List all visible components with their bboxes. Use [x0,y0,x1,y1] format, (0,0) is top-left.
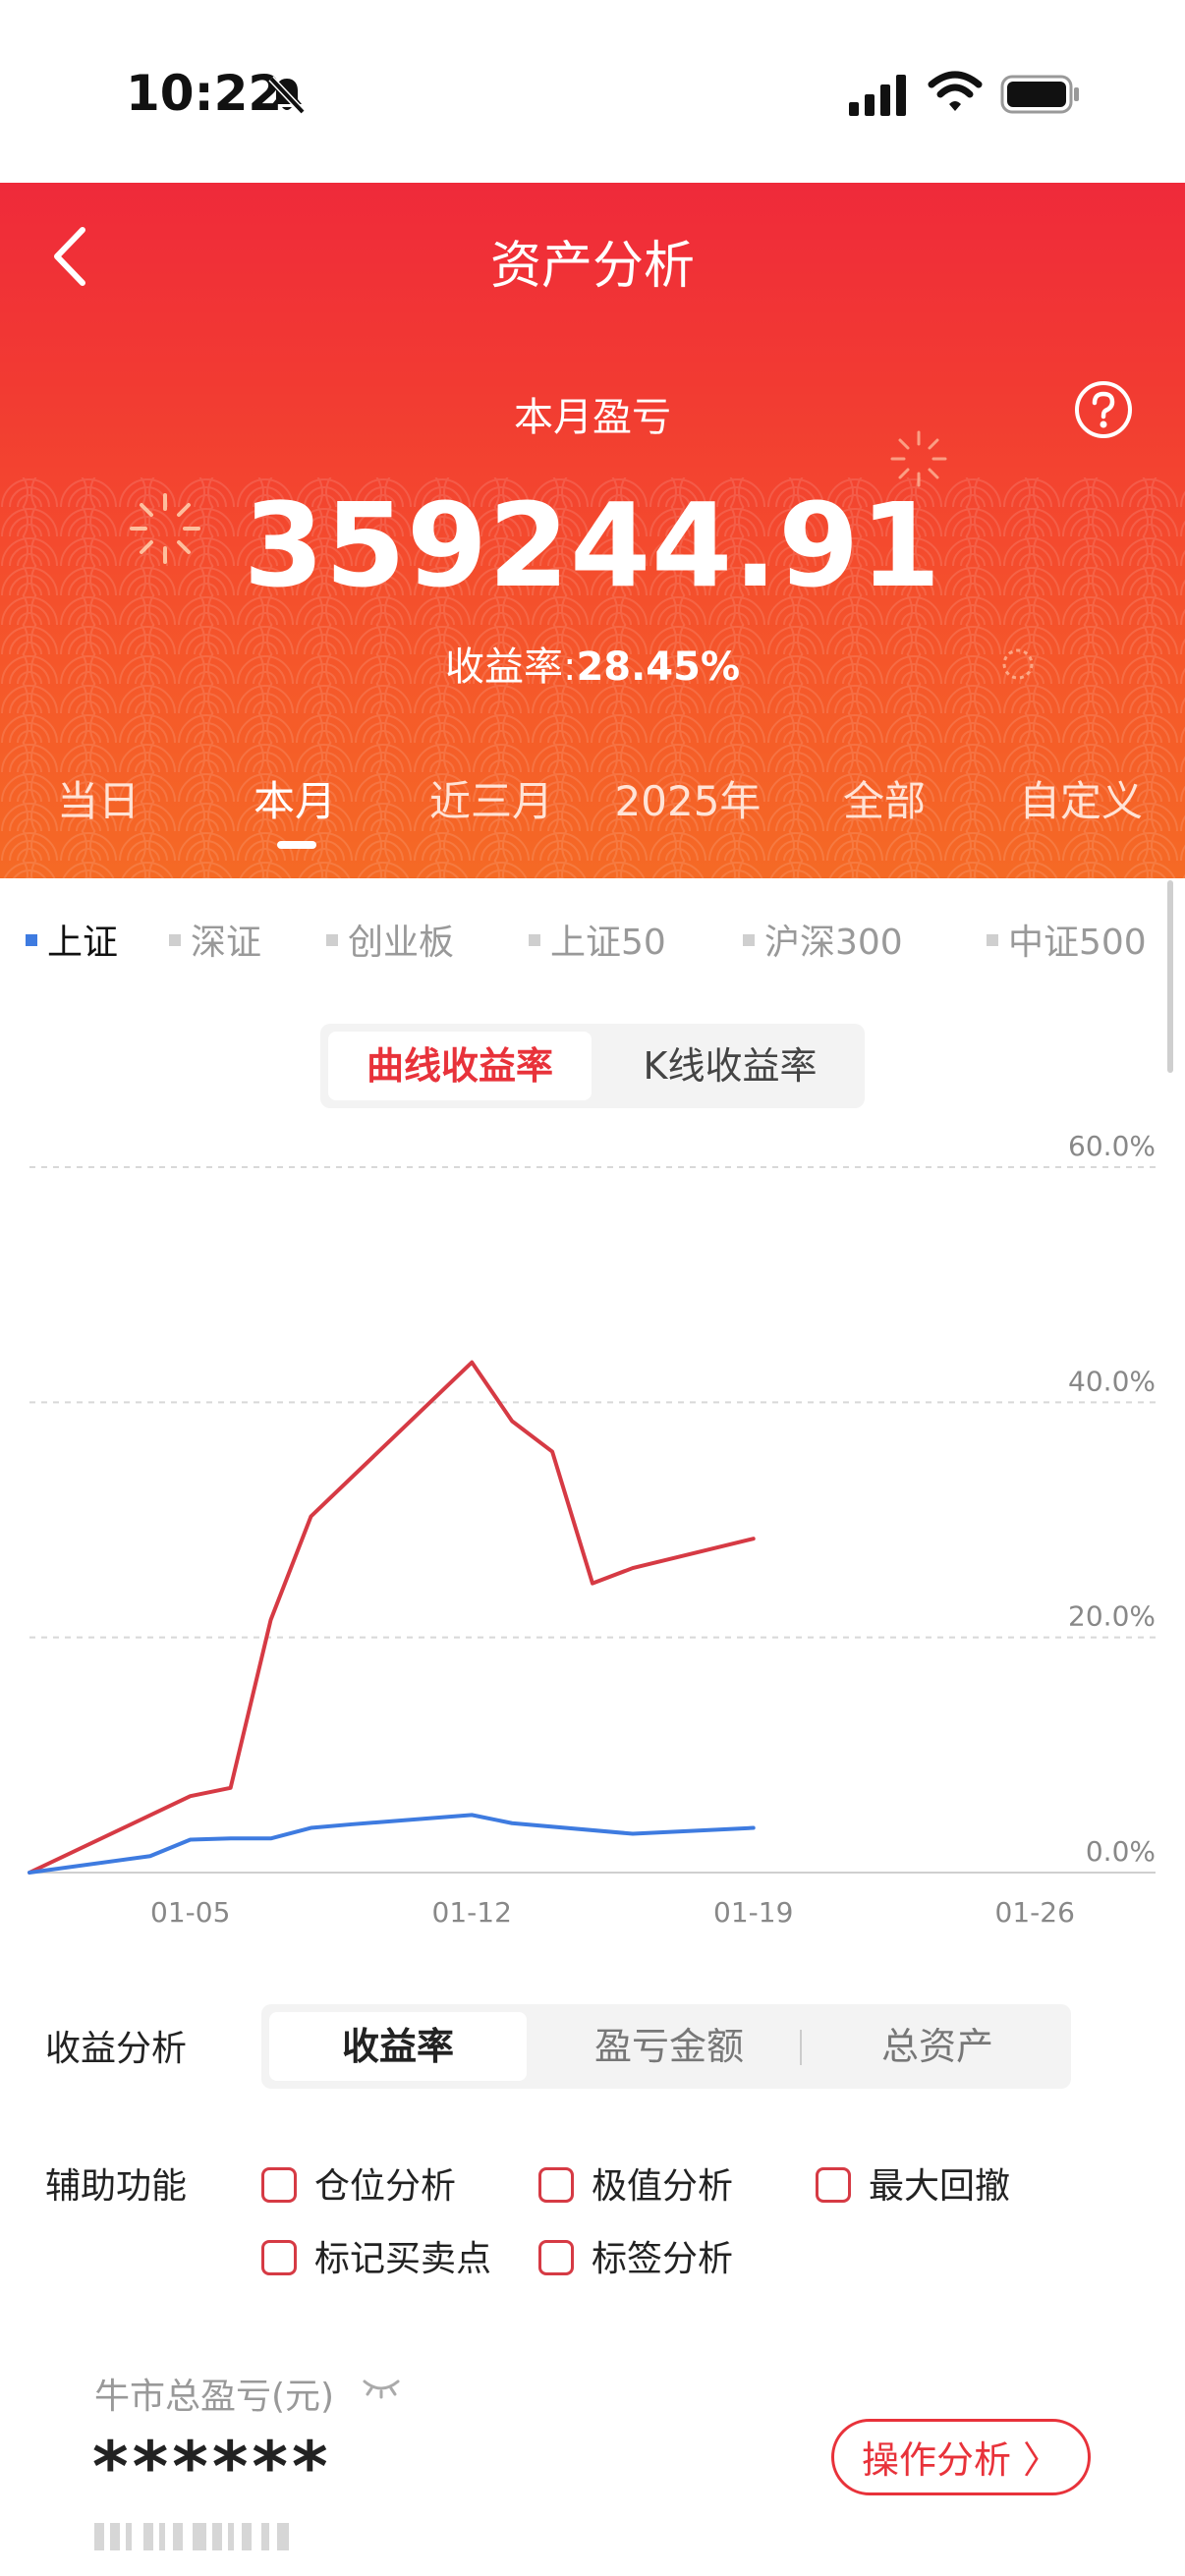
tab-three-months[interactable]: 近三月 [393,768,590,828]
index-shenzhen[interactable]: 深证 [169,914,261,965]
index-chinext[interactable]: 创业板 [326,914,454,965]
index-selector: 上证 深证 创业板 上证50 沪深300 中证500 [0,914,1185,973]
cellular-signal-icon [849,75,906,116]
curve-yield-button[interactable]: 曲线收益率 [328,1032,592,1100]
extreme-analysis-checkbox[interactable]: 极值分析 [538,2157,733,2209]
x-tick-label: 01-12 [432,1896,512,1929]
index-csi500[interactable]: 中证500 [987,914,1147,965]
tab-2025[interactable]: 2025年 [590,768,786,828]
checkbox-label: 标签分析 [592,2239,734,2279]
checkbox-icon [261,2240,297,2275]
checkbox-icon [816,2167,851,2203]
faded-text-placeholder [94,2523,289,2550]
analysis-label: 收益分析 [45,2029,188,2069]
checkbox-label: 仓位分析 [314,2166,457,2207]
kline-yield-button[interactable]: K线收益率 [601,1032,859,1100]
tab-this-month[interactable]: 本月 [197,768,393,828]
index-label: 上证 [47,923,119,963]
y-tick-label: 20.0% [1068,1600,1156,1633]
legend-square [743,934,755,946]
yield-line-chart: 0.0% 20.0% 40.0% 60.0% 01-05 01-12 01-19 01-26 [28,1130,1156,1929]
max-drawdown-checkbox[interactable]: 最大回撤 [816,2157,1010,2209]
analysis-toggle: 收益率 盈亏金额 总资产 [261,2004,1071,2089]
tab-today[interactable]: 当日 [0,768,197,828]
position-analysis-checkbox[interactable]: 仓位分析 [261,2157,456,2209]
checkbox-label: 最大回撤 [869,2166,1011,2207]
segment-divider [800,2030,802,2065]
legend-square [326,934,338,946]
month-profit-label: 本月盈亏 [514,395,671,440]
tab-custom[interactable]: 自定义 [983,768,1179,828]
month-profit-value: 359244.91 [243,477,942,613]
scrollbar[interactable] [1167,880,1173,1073]
checkbox-label: 标记买卖点 [314,2239,492,2279]
y-tick-label: 60.0% [1068,1130,1156,1162]
index-sse50[interactable]: 上证50 [529,914,666,965]
profit-amount-button[interactable]: 盈亏金额 [536,2012,802,2081]
checkbox-icon [538,2240,574,2275]
index-shanghai[interactable]: 上证 [26,914,118,965]
page-title: 资产分析 [489,237,695,296]
wifi-icon [928,71,983,111]
status-bar: 10:22 [0,0,1185,183]
checkbox-icon [538,2167,574,2203]
legend-square [169,934,181,946]
bull-profit-label: 牛市总盈亏(元) [94,2377,335,2417]
index-csi300[interactable]: 沪深300 [743,914,903,965]
index-label: 中证500 [1008,923,1147,963]
legend-square [529,934,540,946]
legend-square [987,934,998,946]
index-yield-line [28,1813,756,1875]
status-time: 10:22 [126,65,283,122]
x-tick-label: 01-19 [713,1896,793,1929]
battery-icon [1000,75,1079,114]
active-tab-indicator [277,841,316,849]
chart-type-toggle: 曲线收益率 K线收益率 [320,1024,865,1108]
index-label: 沪深300 [764,923,903,963]
y-tick-label: 40.0% [1068,1365,1156,1397]
yield-label: 收益率: [444,644,577,690]
bull-profit-hidden-value: ****** [92,2427,332,2507]
x-tick-label: 01-26 [995,1896,1075,1929]
operation-analysis-button[interactable]: 操作分析 〉 [831,2419,1091,2495]
index-label: 深证 [191,923,262,963]
tab-all[interactable]: 全部 [786,768,983,828]
portfolio-yield-line [28,1360,756,1875]
legend-square [26,934,37,946]
x-tick-label: 01-05 [150,1896,230,1929]
checkbox-icon [261,2167,297,2203]
aux-label: 辅助功能 [45,2166,188,2207]
header-banner: 资产分析 本月盈亏 359244.91 收益率:28.45% 当日 本月 近三月… [0,183,1185,878]
index-label: 创业板 [348,923,455,963]
yield-value: 28.45% [576,644,741,690]
checkbox-label: 极值分析 [592,2166,734,2207]
period-tabs: 当日 本月 近三月 2025年 全部 自定义 [0,768,1185,837]
index-label: 上证50 [550,923,666,963]
total-assets-button[interactable]: 总资产 [812,2012,1063,2081]
yield-rate: 收益率:28.45% [0,635,1185,692]
yield-rate-button[interactable]: 收益率 [269,2012,527,2081]
bell-muted-icon [268,76,306,115]
eye-closed-icon[interactable] [362,2376,401,2399]
tag-analysis-checkbox[interactable]: 标签分析 [538,2230,733,2281]
y-tick-label: 0.0% [1086,1835,1156,1868]
buy-sell-marks-checkbox[interactable]: 标记买卖点 [261,2230,491,2281]
